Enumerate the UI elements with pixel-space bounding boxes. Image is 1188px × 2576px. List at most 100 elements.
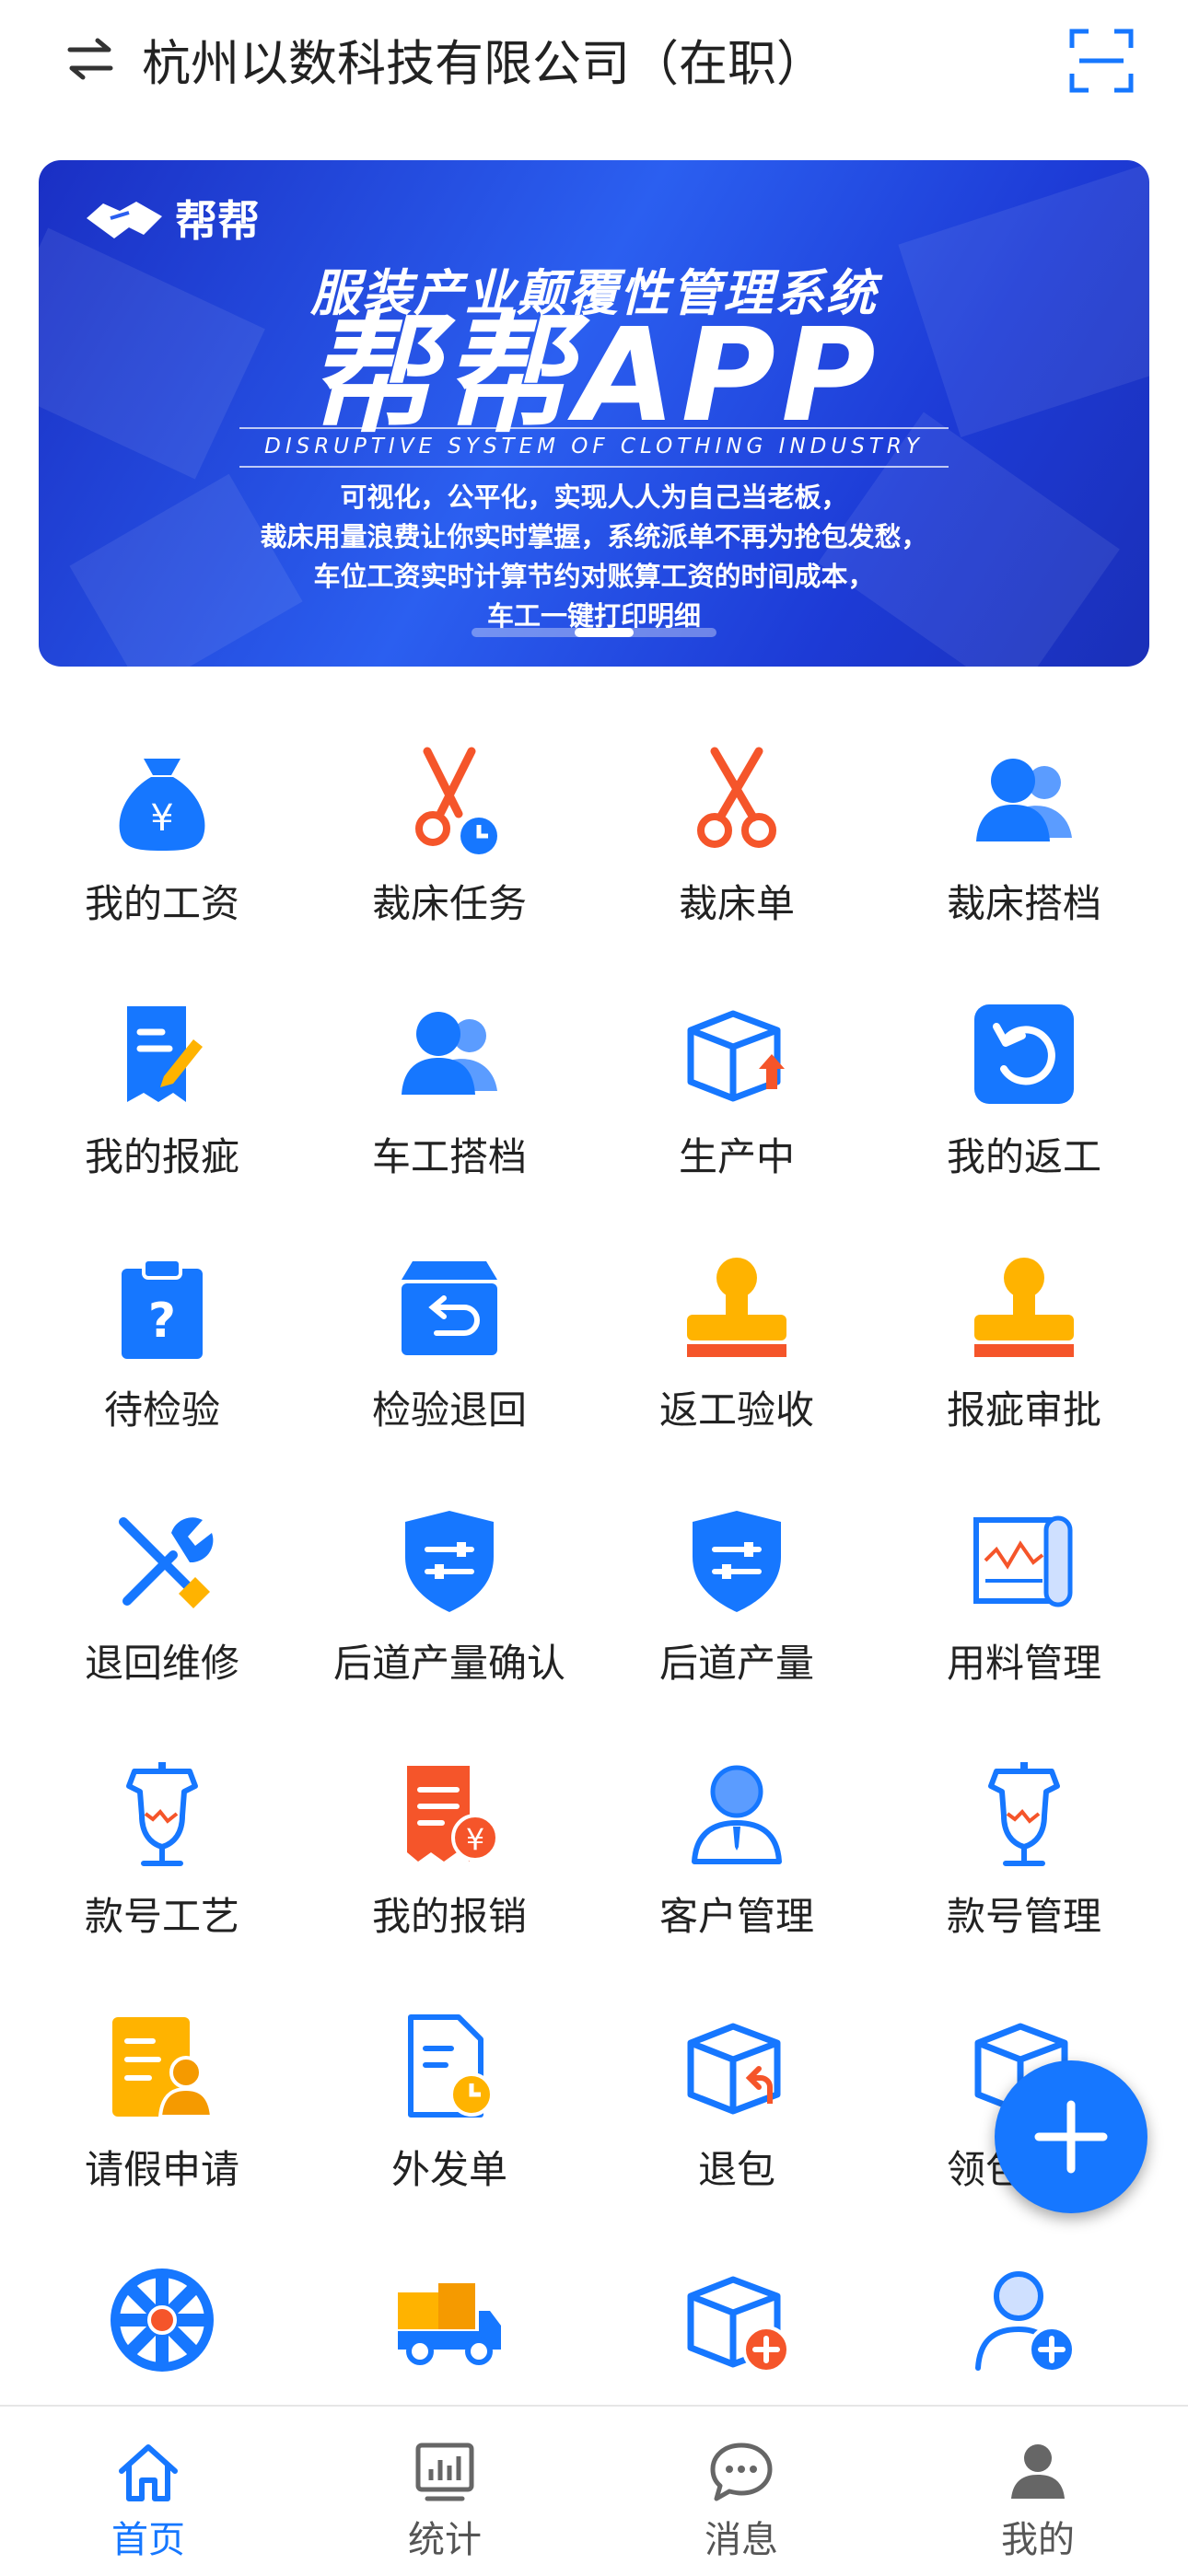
scan-icon[interactable] [1068,28,1135,94]
user-add-icon [975,2271,1076,2373]
partners-icon [976,759,1072,841]
banner-line: 裁床用量浪费让你实时掌握，系统派单不再为抢包发愁， [260,521,928,552]
menu-item-defect-approval[interactable]: 报疵审批 [880,1243,1168,1445]
banner-big-title: 帮帮APP [307,301,881,451]
menu-item-label: 待检验 [103,1387,220,1433]
tab-label: 首页 [111,2519,185,2561]
menu-item-label: 报疵审批 [946,1387,1101,1433]
box-add-icon [687,2276,790,2373]
menu-item-cutting-task[interactable]: 裁床任务 [306,737,593,939]
menu-item-label: 后道产量 [658,1641,814,1686]
menu-item-style-process[interactable]: 款号工艺 [18,1749,306,1952]
banner-divider [239,427,949,429]
message-icon [710,2443,773,2501]
switch-arrows-icon[interactable] [64,33,116,85]
menu-item-label: 退包 [697,2147,775,2192]
box-upload-icon [687,1010,785,1102]
menu-item-my-reimbursement[interactable]: ¥ 我的报销 [306,1749,593,1952]
menu-item-label: 请假申请 [84,2147,239,2192]
menu-item-label: 生产中 [678,1134,795,1179]
scissors-icon [697,747,776,848]
box-return-icon [687,2023,781,2115]
partners-icon [402,1012,497,1095]
menu-item-my-rework[interactable]: 我的返工 [880,990,1168,1192]
inbox-return-icon [402,1261,497,1355]
menu-item-label: 用料管理 [946,1641,1101,1686]
menu-item-label: 车工搭档 [371,1134,527,1179]
menu-item-return-repair[interactable]: 退回维修 [18,1496,306,1699]
banner-line: 可视化，公平化，实现人人为自己当老板， [340,482,848,513]
redo-icon [974,1004,1074,1104]
menu-item-material-management[interactable]: 用料管理 [880,1496,1168,1699]
document-clock-icon [408,2014,494,2118]
menu-item-post-output[interactable]: 后道产量 [593,1496,880,1699]
menu-item-label: 我的返工 [946,1134,1101,1179]
dress-form-icon [988,1762,1060,1866]
menu-item-customer-management[interactable]: 客户管理 [593,1749,880,1952]
shield-settings-icon [405,1511,494,1612]
tab-messages[interactable]: 消息 [593,2407,890,2576]
menu-item-cutting-sheet[interactable]: 裁床单 [593,737,880,939]
shield-settings-icon [693,1511,781,1612]
tab-statistics[interactable]: 统计 [297,2407,593,2576]
banner-logo: 帮帮 [83,188,260,249]
tab-profile[interactable]: 我的 [890,2407,1186,2576]
stamp-icon [974,1258,1074,1357]
banner-divider [239,466,949,468]
menu-item-label: 返工验收 [658,1387,814,1433]
promo-banner[interactable]: 帮帮 服装产业颠覆性管理系统 帮帮APP DISRUPTIVE SYSTEM O… [39,160,1149,667]
menu-item-label: 裁床搭档 [946,881,1101,926]
company-name[interactable]: 杭州以数科技有限公司（在职） [142,28,825,101]
handshake-icon [87,202,162,238]
fabric-roll-icon [973,1515,1073,1607]
banner-line: 车位工资实时计算节约对账算工资的时间成本， [313,561,875,592]
home-icon [119,2444,178,2501]
customer-icon [692,1765,782,1864]
menu-item-label: 客户管理 [658,1894,814,1939]
menu-item-style-management[interactable]: 款号管理 [880,1749,1168,1952]
add-fab-button[interactable] [995,2060,1147,2213]
receipt-yen-icon: ¥ [407,1766,499,1862]
carousel-indicator [472,628,716,637]
banner-brand: 帮帮 [175,196,260,246]
plus-icon [1034,2100,1108,2174]
svg-text:?: ? [148,1294,176,1349]
money-bag-icon: ¥ [119,759,205,851]
menu-item-in-production[interactable]: 生产中 [593,990,880,1192]
wheel-icon [111,2269,214,2372]
menu-item-label: 外发单 [390,2147,507,2192]
tab-label: 我的 [1001,2519,1075,2561]
menu-item-label: 款号管理 [946,1894,1101,1939]
menu-item-leave-request[interactable]: 请假申请 [18,2002,306,2205]
menu-item-label: 裁床单 [678,881,795,926]
menu-item-sewing-partner[interactable]: 车工搭档 [306,990,593,1192]
statistics-icon [415,2443,474,2501]
menu-item-my-defect-report[interactable]: 我的报疵 [18,990,306,1192]
tab-label: 统计 [408,2519,482,2561]
tab-label: 消息 [705,2519,778,2561]
scissors-clock-icon [415,747,497,854]
svg-text:¥: ¥ [150,797,173,840]
dress-form-icon [126,1762,198,1866]
menu-item-pending-inspection[interactable]: ? 待检验 [18,1243,306,1445]
menu-item-post-output-confirm[interactable]: 后道产量确认 [306,1496,593,1699]
svg-text:¥: ¥ [466,1822,484,1857]
clipboard-question-icon: ? [122,1258,203,1359]
menu-item-cutting-partner[interactable]: 裁床搭档 [880,737,1168,939]
menu-item-label: 退回维修 [84,1641,239,1686]
menu-item-inspection-return[interactable]: 检验退回 [306,1243,593,1445]
report-edit-icon [127,1006,203,1102]
menu-item-return-bundle[interactable]: 退包 [593,2002,880,2205]
menu-item-label: 我的报疵 [84,1134,239,1179]
menu-item-my-salary[interactable]: ¥ 我的工资 [18,737,306,939]
menu-item-rework-acceptance[interactable]: 返工验收 [593,1243,880,1445]
leave-request-icon [112,2017,215,2118]
menu-item-label: 裁床任务 [371,881,527,926]
banner-description: 可视化，公平化，实现人人为自己当老板， 裁床用量浪费让你实时掌握，系统派单不再为… [39,478,1149,636]
banner-subtitle: DISRUPTIVE SYSTEM OF CLOTHING INDUSTRY [264,435,924,458]
tab-home[interactable]: 首页 [0,2407,297,2576]
stamp-icon [687,1258,786,1357]
bottom-tab-bar: 首页 统计 消息 我的 [0,2405,1188,2576]
menu-item-outsourcing-order[interactable]: 外发单 [306,2002,593,2205]
top-header: 杭州以数科技有限公司（在职） [0,0,1188,138]
